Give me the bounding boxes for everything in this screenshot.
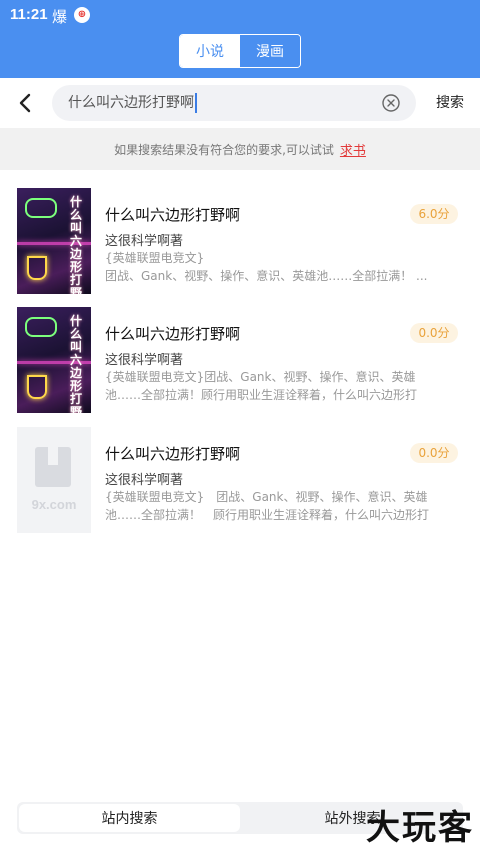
gamepad-icon xyxy=(25,198,57,218)
request-book-notice: 如果搜索结果没有符合您的要求,可以试试 求书 xyxy=(0,128,480,170)
notification-icon: 爆 xyxy=(52,8,68,26)
tab-novel[interactable]: 小说 xyxy=(180,35,240,67)
request-book-link[interactable]: 求书 xyxy=(340,140,366,159)
book-title: 什么叫六边形打野啊 xyxy=(105,325,241,343)
category-switch: 小说 漫画 xyxy=(179,34,301,68)
chevron-left-icon xyxy=(19,93,31,113)
book-cover: 9x.com xyxy=(17,427,91,533)
book-description: {英雄联盟电竞文} 团战、Gank、视野、操作、意识、英雄池……全部拉满！ 顾行… xyxy=(105,490,430,522)
result-item[interactable]: 什么叫六边形打野啊 什么叫六边形打野啊 0.0分 这很科学啊著 {英雄联盟电竞文… xyxy=(0,289,480,413)
app-badge-icon: ⊕ xyxy=(74,7,90,23)
book-title: 什么叫六边形打野啊 xyxy=(105,206,241,224)
score-badge: 0.0分 xyxy=(410,443,458,463)
cover-title: 什么叫六边形打野啊 xyxy=(69,195,82,295)
book-description: {英雄联盟电竞文} 团战、Gank、视野、操作、意识、英雄池……全部拉满！ ..… xyxy=(105,251,428,283)
search-query: 什么叫六边形打野啊 xyxy=(68,85,197,121)
search-bar: 什么叫六边形打野啊 搜索 xyxy=(0,78,480,128)
text-cursor xyxy=(195,93,197,113)
search-input[interactable]: 什么叫六边形打野啊 xyxy=(52,85,416,121)
placeholder-logo-text: 9x.com xyxy=(31,497,77,512)
book-title: 什么叫六边形打野啊 xyxy=(105,445,241,463)
status-bar: 11:21 爆 ⊕ xyxy=(0,0,480,30)
trophy-icon xyxy=(27,256,47,280)
score-badge: 6.0分 xyxy=(410,204,458,224)
clear-icon xyxy=(382,94,400,112)
status-time: 11:21 xyxy=(10,6,48,23)
watermark-logo: 大玩客 xyxy=(366,808,474,848)
book-placeholder-icon xyxy=(35,447,71,487)
cover-placeholder: 9x.com xyxy=(17,427,91,533)
back-button[interactable] xyxy=(14,90,38,116)
notice-text: 如果搜索结果没有符合您的要求,可以试试 xyxy=(114,142,334,157)
search-query-text: 什么叫六边形打野啊 xyxy=(68,95,194,111)
cover-title: 什么叫六边形打野啊 xyxy=(69,314,82,414)
book-author: 这很科学啊著 xyxy=(105,473,184,488)
clear-button[interactable] xyxy=(382,94,400,112)
result-item[interactable]: 什么叫六边形打野啊 什么叫六边形打野啊 6.0分 这很科学啊著 {英雄联盟电竞文… xyxy=(0,170,480,294)
trophy-icon xyxy=(27,375,47,399)
book-cover: 什么叫六边形打野啊 xyxy=(17,307,91,413)
tab-comic[interactable]: 漫画 xyxy=(240,35,300,67)
gamepad-icon xyxy=(25,317,57,337)
result-item[interactable]: 9x.com 什么叫六边形打野啊 0.0分 这很科学啊著 {英雄联盟电竞文} 团… xyxy=(0,409,480,533)
book-cover: 什么叫六边形打野啊 xyxy=(17,188,91,294)
book-author: 这很科学啊著 xyxy=(105,353,184,368)
search-button[interactable]: 搜索 xyxy=(436,92,464,112)
tab-site-search[interactable]: 站内搜索 xyxy=(19,804,240,832)
score-badge: 0.0分 xyxy=(410,323,458,343)
book-author: 这很科学啊著 xyxy=(105,234,184,249)
book-description: {英雄联盟电竞文}团战、Gank、视野、操作、意识、英雄池……全部拉满！顾行用职… xyxy=(105,370,418,402)
